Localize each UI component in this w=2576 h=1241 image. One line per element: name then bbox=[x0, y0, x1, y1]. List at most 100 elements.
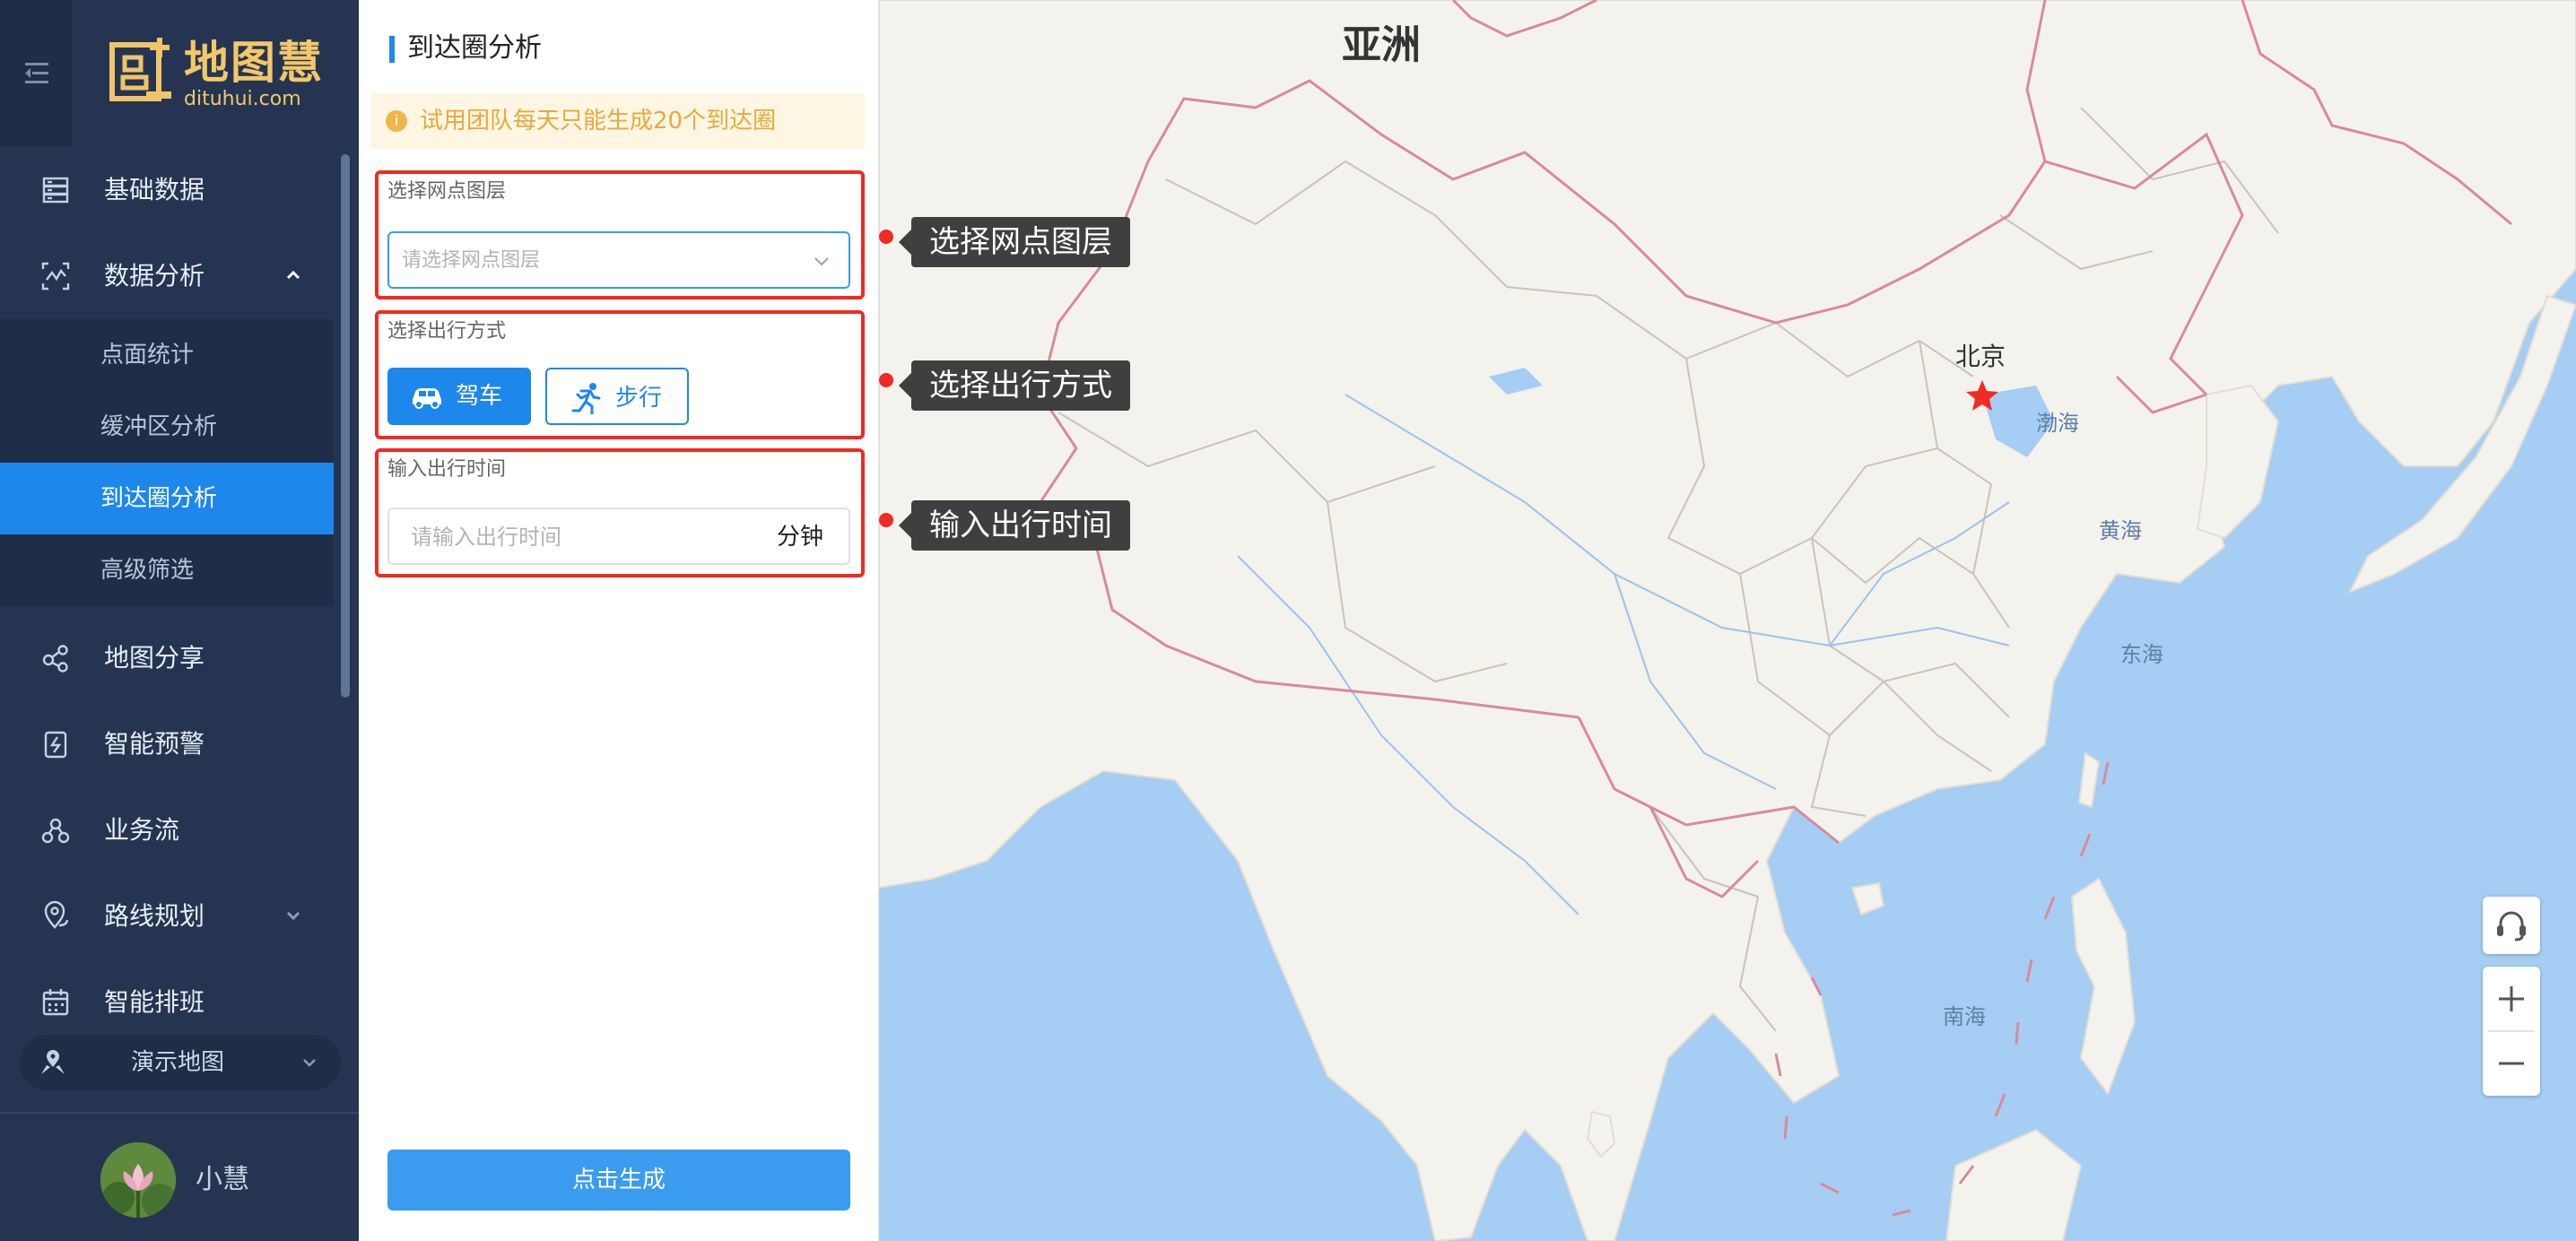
callout-layer: 选择网点图层 bbox=[899, 217, 1130, 267]
database-icon bbox=[42, 177, 69, 204]
map-pin-icon bbox=[41, 1050, 65, 1074]
sidebar-item-route-planning[interactable]: 路线规划 bbox=[0, 873, 334, 959]
continent-label: 亚洲 bbox=[1342, 22, 1421, 68]
sea-label-east-china-sea: 东海 bbox=[2120, 642, 2163, 667]
callout-tip bbox=[899, 373, 911, 398]
sea-label-yellow-sea: 黄海 bbox=[2099, 518, 2142, 543]
time-unit-label: 分钟 bbox=[777, 524, 824, 551]
sea-label-bohai: 渤海 bbox=[2036, 411, 2079, 436]
layer-select[interactable]: 请选择网点图层 bbox=[387, 231, 850, 289]
callout-layer-text: 选择网点图层 bbox=[929, 224, 1112, 260]
panel-title-text: 到达圈分析 bbox=[407, 32, 542, 64]
sidebar-item-label: 基础数据 bbox=[104, 175, 205, 204]
generate-button[interactable]: 点击生成 bbox=[387, 1150, 850, 1211]
mode-field-label: 选择出行方式 bbox=[387, 320, 507, 343]
sidebar-subitem-point-area-stats[interactable]: 点面统计 bbox=[0, 319, 334, 391]
sidebar-subitem-reach-circle-analysis[interactable]: 到达圈分析 bbox=[0, 463, 334, 534]
data-analysis-submenu: 点面统计 缓冲区分析 到达圈分析 高级筛选 bbox=[0, 319, 334, 606]
layer-field-label: 选择网点图层 bbox=[387, 180, 507, 203]
sidebar-item-map-share[interactable]: 地图分享 bbox=[0, 615, 334, 701]
drive-mode-label: 驾车 bbox=[456, 383, 503, 410]
calendar-icon bbox=[42, 989, 69, 1016]
analysis-icon bbox=[41, 262, 70, 291]
chevron-up-icon bbox=[286, 270, 300, 280]
car-icon bbox=[413, 388, 441, 409]
sidebar-divider bbox=[0, 1112, 359, 1114]
alert-icon bbox=[44, 731, 67, 759]
callout-dot bbox=[879, 373, 893, 387]
sidebar-subitem-label: 点面统计 bbox=[100, 342, 195, 369]
sidebar-item-label: 智能排班 bbox=[104, 987, 205, 1017]
sidebar-item-smart-scheduling[interactable]: 智能排班 bbox=[0, 959, 334, 1046]
sidebar-subitem-label: 到达圈分析 bbox=[100, 485, 218, 512]
zoom-controls bbox=[2483, 967, 2540, 1096]
customer-service-button[interactable] bbox=[2483, 897, 2540, 954]
zoom-out-button[interactable] bbox=[2483, 1031, 2540, 1096]
panel-title: 到达圈分析 bbox=[389, 30, 542, 66]
logo[interactable]: 地图慧 dituhui.com bbox=[72, 0, 359, 147]
callout-tip bbox=[899, 230, 911, 255]
callout-mode: 选择出行方式 bbox=[899, 360, 1130, 411]
sea-label-south-china-sea: 南海 bbox=[1943, 1004, 1986, 1029]
walk-mode-label: 步行 bbox=[615, 385, 663, 412]
title-accent-bar bbox=[389, 36, 395, 63]
info-icon: i bbox=[386, 110, 407, 132]
city-label-beijing: 北京 bbox=[1955, 342, 2006, 371]
zoom-in-button[interactable] bbox=[2483, 967, 2540, 1031]
user-profile[interactable]: 小慧 bbox=[100, 1142, 334, 1218]
menu-collapse-toggle[interactable] bbox=[0, 0, 72, 147]
sidebar-item-data-analysis[interactable]: 数据分析 bbox=[0, 233, 334, 319]
chevron-down-icon bbox=[303, 1059, 316, 1067]
route-icon bbox=[44, 900, 69, 929]
callout-time-text: 输入出行时间 bbox=[929, 508, 1112, 543]
plus-icon bbox=[2499, 986, 2524, 1011]
walk-mode-button[interactable]: 步行 bbox=[545, 368, 689, 425]
analysis-panel: 到达圈分析 i 试用团队每天只能生成20个到达圈 选择网点图层 请选择网点图层 … bbox=[359, 0, 879, 1241]
time-field-label: 输入出行时间 bbox=[387, 458, 507, 481]
logo-domain: dituhui.com bbox=[184, 88, 301, 110]
logo-text: 地图慧 bbox=[184, 37, 324, 89]
travel-time-input[interactable]: 请输入出行时间 分钟 bbox=[387, 508, 850, 565]
sidebar-item-smart-alert[interactable]: 智能预警 bbox=[0, 701, 334, 787]
share-icon bbox=[42, 645, 68, 673]
workflow-icon bbox=[41, 818, 70, 844]
sidebar-item-label: 地图分享 bbox=[104, 643, 205, 673]
sidebar-subitem-label: 高级筛选 bbox=[100, 557, 195, 584]
demo-map-selector[interactable]: 演示地图 bbox=[20, 1035, 341, 1090]
callout-dot bbox=[879, 513, 893, 527]
sidebar-item-label: 数据分析 bbox=[104, 261, 205, 291]
sidebar-item-label: 业务流 bbox=[104, 815, 180, 845]
callout-tip bbox=[899, 513, 911, 538]
logo-text-group: 地图慧 dituhui.com bbox=[184, 37, 324, 110]
notice-text: 试用团队每天只能生成20个到达圈 bbox=[420, 108, 777, 135]
map-view[interactable]: 亚洲 北京 渤海 黄海 东海 南海 选择网点图层 选择出行方式 输入出行时间 bbox=[879, 0, 2576, 1241]
lotus-avatar-icon bbox=[100, 1142, 176, 1218]
headset-icon bbox=[2497, 911, 2526, 942]
callout-mode-text: 选择出行方式 bbox=[929, 368, 1112, 404]
callout-time: 输入出行时间 bbox=[899, 500, 1130, 551]
walking-person-icon bbox=[571, 383, 601, 414]
sidebar-scrollbar[interactable] bbox=[341, 154, 350, 698]
travel-time-placeholder: 请输入出行时间 bbox=[411, 525, 561, 550]
sidebar-subitem-buffer-analysis[interactable]: 缓冲区分析 bbox=[0, 391, 334, 463]
layer-select-placeholder: 请选择网点图层 bbox=[402, 249, 541, 272]
drive-mode-button[interactable]: 驾车 bbox=[387, 368, 531, 425]
callout-dot bbox=[879, 230, 893, 244]
avatar[interactable] bbox=[100, 1142, 176, 1218]
sidebar-item-label: 路线规划 bbox=[104, 901, 205, 931]
sidebar-subitem-advanced-filter[interactable]: 高级筛选 bbox=[0, 534, 334, 606]
sidebar-subitem-label: 缓冲区分析 bbox=[100, 413, 218, 440]
trial-notice: i 试用团队每天只能生成20个到达圈 bbox=[371, 93, 865, 149]
demo-map-label: 演示地图 bbox=[131, 1049, 225, 1076]
sidebar-item-basic-data[interactable]: 基础数据 bbox=[0, 147, 334, 233]
sidebar: 地图慧 dituhui.com 基础数据 数据分析 点面统计 缓冲区分析 到达圈… bbox=[0, 0, 359, 1241]
chevron-down-icon bbox=[814, 257, 829, 266]
logo-mark-icon bbox=[109, 38, 171, 101]
map-canvas[interactable] bbox=[879, 0, 2576, 1241]
app-root: 地图慧 dituhui.com 基础数据 数据分析 点面统计 缓冲区分析 到达圈… bbox=[0, 0, 2576, 1241]
minus-icon bbox=[2499, 1062, 2524, 1065]
user-name: 小慧 bbox=[196, 1164, 249, 1195]
sidebar-item-workflow[interactable]: 业务流 bbox=[0, 787, 334, 873]
menu-fold-icon bbox=[25, 63, 48, 83]
chevron-down-icon bbox=[286, 911, 300, 921]
